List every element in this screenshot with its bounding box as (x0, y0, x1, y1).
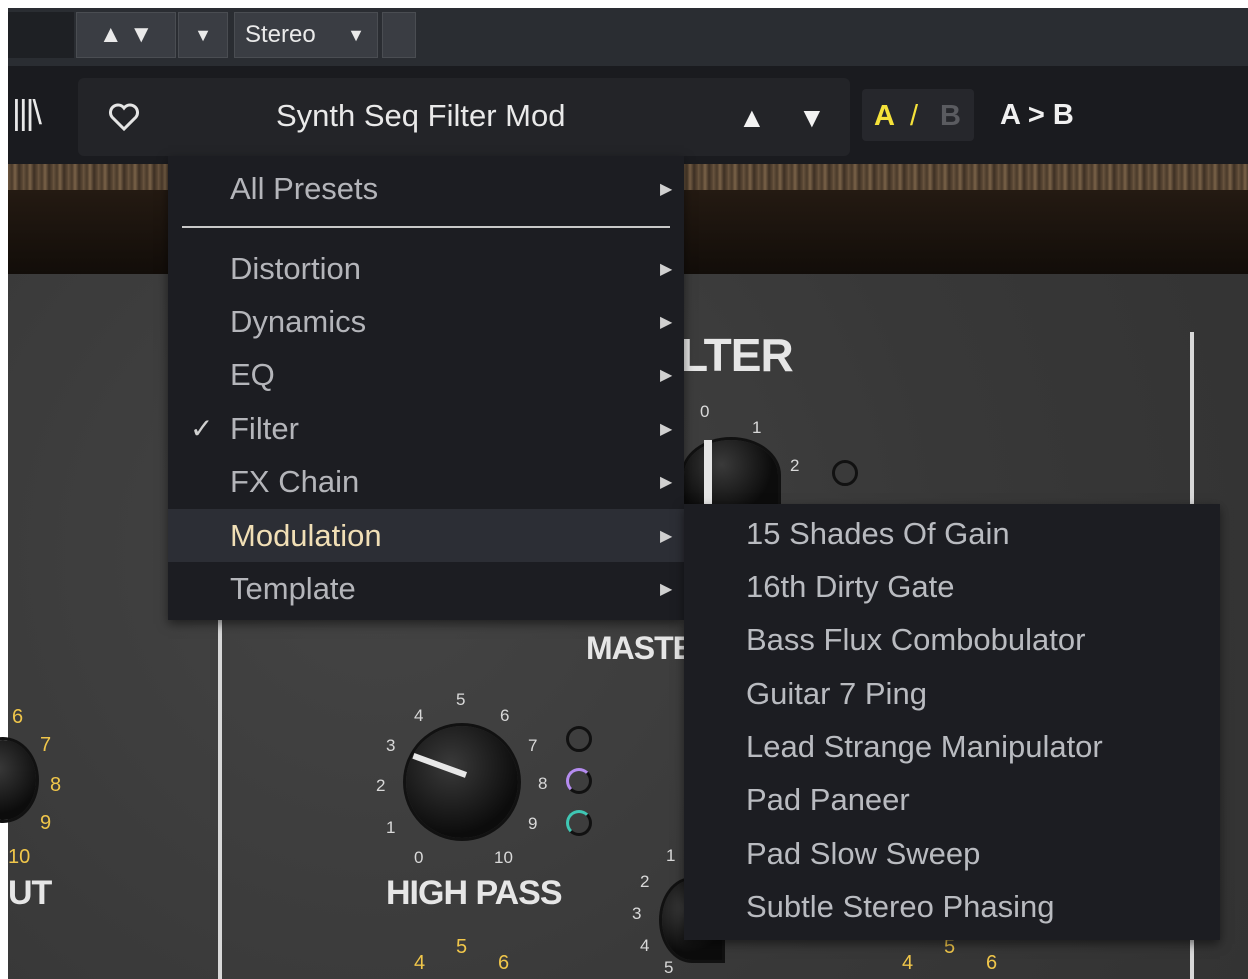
submenu-arrow-icon: ▶ (660, 180, 673, 198)
tick-label: 9 (528, 814, 538, 833)
menu-item-template[interactable]: Template ▶ (168, 562, 684, 615)
tick-label: 6 (12, 706, 24, 728)
tick-label: 1 (666, 846, 676, 865)
filter-knob[interactable] (684, 440, 778, 510)
tick-label: 1 (386, 818, 396, 837)
tick-label: 5 (664, 958, 674, 977)
host-extra-button[interactable] (382, 12, 416, 58)
tick-label: 7 (40, 734, 52, 756)
move-up-down-button[interactable]: ▲ ▼ (76, 12, 176, 58)
preset-item[interactable]: Lead Strange Manipulator (746, 729, 1103, 765)
tick-label: 6 (500, 706, 510, 725)
menu-separator (182, 226, 670, 228)
mod-ring-teal-icon (566, 810, 592, 836)
submenu-arrow-icon: ▶ (660, 580, 673, 598)
modulation-preset-submenu: 15 Shades Of Gain 16th Dirty Gate Bass F… (684, 504, 1220, 940)
slot-b-button[interactable]: B (940, 100, 961, 133)
submenu-arrow-icon: ▶ (660, 473, 673, 491)
submenu-arrow-icon: ▶ (660, 527, 673, 545)
tick-label: 4 (902, 952, 914, 974)
mod-ring-purple-icon (566, 768, 592, 794)
menu-item-eq[interactable]: EQ ▶ (168, 348, 684, 401)
menu-item-label: FX Chain (230, 463, 360, 499)
copy-a-to-b-button[interactable]: A > B (1000, 99, 1074, 132)
tick-label: 2 (640, 872, 650, 891)
menu-item-all-presets[interactable]: All Presets ▶ (168, 162, 684, 215)
submenu-arrow-icon: ▶ (660, 260, 673, 278)
menu-item-label: Distortion (230, 250, 361, 286)
tick-label: 9 (40, 812, 52, 834)
menu-item-label: Modulation (230, 517, 382, 553)
slot-a-button[interactable]: A (874, 100, 895, 133)
tick-label: 10 (494, 848, 513, 867)
tick-label: 6 (986, 952, 998, 974)
panel-divider-left (218, 610, 222, 979)
preset-item[interactable]: Pad Slow Sweep (746, 836, 980, 872)
high-pass-label: HIGH PASS (386, 874, 563, 912)
tick-label: 3 (632, 904, 642, 923)
menu-item-fx-chain[interactable]: FX Chain ▶ (168, 455, 684, 508)
heart-icon[interactable] (108, 102, 140, 132)
tick-label: 1 (752, 418, 762, 437)
menu-item-label: Dynamics (230, 303, 367, 339)
tick-label: 8 (50, 774, 62, 796)
host-toolbar: ▲ ▼ ▼ Stereo ▼ (8, 8, 1248, 66)
previous-preset-button[interactable]: ▲ (738, 102, 766, 134)
preset-item[interactable]: Subtle Stereo Phasing (746, 889, 1055, 925)
host-dropdown-button[interactable]: ▼ (178, 12, 228, 58)
menu-item-dynamics[interactable]: Dynamics ▶ (168, 295, 684, 348)
tick-label: 2 (376, 776, 386, 795)
channel-mode-select[interactable]: Stereo ▼ (234, 12, 378, 58)
tick-label: 3 (386, 736, 396, 755)
tick-label: 4 (414, 706, 424, 725)
checkmark-icon: ✓ (190, 413, 214, 444)
menu-item-distortion[interactable]: Distortion ▶ (168, 242, 684, 295)
tick-label: 4 (414, 952, 426, 974)
preset-item[interactable]: 15 Shades Of Gain (746, 516, 1010, 552)
tick-label: 5 (456, 936, 468, 958)
menu-item-label: Filter (230, 410, 299, 446)
library-icon[interactable]: |||\ (12, 94, 42, 133)
ab-slot-switch[interactable]: A / B (862, 89, 974, 141)
preset-item[interactable]: Bass Flux Combobulator (746, 622, 1085, 658)
tick-label: 0 (700, 402, 710, 421)
menu-item-label: Template (230, 570, 356, 606)
master-label: MASTE (586, 630, 694, 666)
tick-label: 10 (8, 846, 31, 868)
host-blank-field (8, 12, 74, 58)
preset-category-menu: All Presets ▶ Distortion ▶ Dynamics ▶ EQ… (168, 156, 684, 620)
tick-label: 6 (498, 952, 510, 974)
menu-item-label: EQ (230, 356, 275, 392)
slot-separator: / (910, 100, 919, 132)
menu-item-label: All Presets (230, 170, 379, 206)
mod-ring-icon (566, 726, 592, 752)
submenu-arrow-icon: ▶ (660, 366, 673, 384)
filter-knob-pointer (704, 440, 712, 504)
high-pass-knob[interactable] (406, 726, 518, 838)
output-label: UT (8, 874, 52, 912)
preset-item[interactable]: 16th Dirty Gate (746, 569, 954, 605)
channel-mode-value: Stereo (245, 21, 316, 48)
preset-item[interactable]: Pad Paneer (746, 782, 910, 818)
chevron-down-icon: ▼ (347, 24, 365, 45)
tick-label: 2 (790, 456, 800, 475)
next-preset-button[interactable]: ▼ (798, 102, 826, 134)
menu-item-filter[interactable]: ✓ Filter ▶ (168, 402, 684, 455)
preset-browser-bar[interactable]: Synth Seq Filter Mod ▲ ▼ (78, 78, 850, 156)
tick-label: 5 (456, 690, 466, 709)
preset-item[interactable]: Guitar 7 Ping (746, 676, 927, 712)
submenu-arrow-icon: ▶ (660, 420, 673, 438)
tick-label: 7 (528, 736, 538, 755)
mod-ring-icon (832, 460, 858, 486)
tick-label: 0 (414, 848, 424, 867)
tick-label: 8 (538, 774, 548, 793)
tick-label: 4 (640, 936, 650, 955)
menu-item-modulation[interactable]: Modulation ▶ (168, 509, 684, 562)
preset-name: Synth Seq Filter Mod (276, 98, 566, 133)
submenu-arrow-icon: ▶ (660, 313, 673, 331)
filter-section-title: LTER (680, 329, 794, 381)
